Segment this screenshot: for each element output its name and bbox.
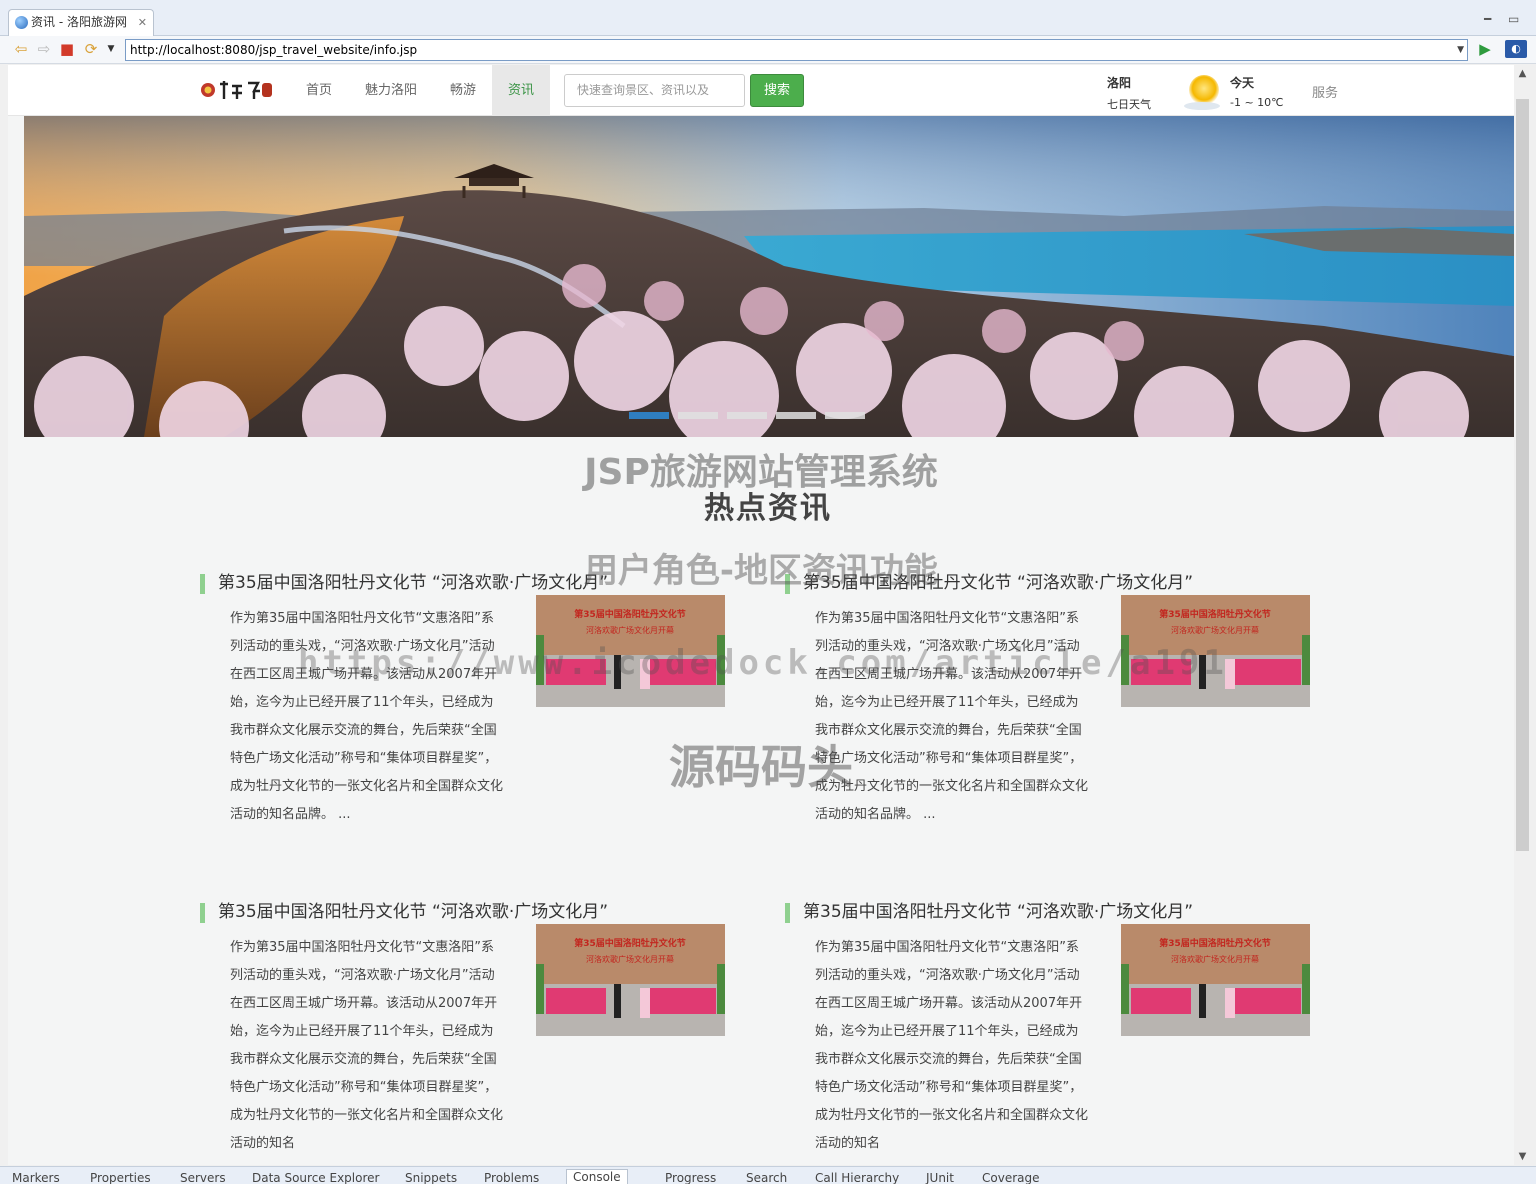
news-thumbnail[interactable]: 第35届中国洛阳牡丹文化节 河洛欢歌广场文化月开幕 [536,924,725,1036]
carousel-dot-1[interactable] [629,412,669,419]
editor-tab-bar: 资讯 - 洛阳旅游网 ✕ ━ ▭ [0,0,1536,36]
history-dropdown-icon[interactable]: ▼ [102,40,120,58]
view-tab-problems[interactable]: Problems [484,1171,539,1184]
carousel-dot-4[interactable] [776,412,816,419]
nav-home[interactable]: 首页 [292,65,346,116]
news-summary: 作为第35届中国洛阳牡丹文化节“文惠洛阳”系列活动的重头戏，“河洛欢歌·广场文化… [815,940,1089,1151]
scrollbar-thumb[interactable] [1516,99,1529,851]
nav-service[interactable]: 服务 [1312,82,1338,101]
section-title: 热点资讯 [704,491,832,526]
globe-icon [15,16,28,29]
browser-editor-tab[interactable]: 资讯 - 洛阳旅游网 ✕ [8,9,154,36]
nav-travel[interactable]: 畅游 [436,65,490,116]
news-item[interactable]: 第35届中国洛阳牡丹文化节 “河洛欢歌·广场文化月” 作为第35届中国洛阳牡丹文… [785,571,1325,861]
watermark-url: https://www.icodedock.com/article/a191 [298,643,1228,683]
banner-carousel[interactable] [24,116,1514,437]
maximize-icon[interactable]: ▭ [1508,12,1519,26]
view-tab-servers[interactable]: Servers [180,1171,226,1184]
stop-icon[interactable]: ■ [58,40,76,58]
search-input[interactable]: 快速查询景区、资讯以及 [564,74,745,107]
url-text: http://localhost:8080/jsp_travel_website… [130,43,418,57]
view-tab-properties[interactable]: Properties [90,1171,151,1184]
search-button[interactable]: 搜索 [750,74,804,107]
news-accent-bar [785,903,790,923]
svg-text:河洛欢歌广场文化月开幕: 河洛欢歌广场文化月开幕 [1171,625,1259,635]
close-icon[interactable]: ✕ [138,10,147,35]
web-page: 首页 魅力洛阳 畅游 资讯 快速查询景区、资讯以及 搜索 洛阳 七日天气 今天 … [8,65,1514,1165]
view-tab-search[interactable]: Search [746,1171,787,1184]
view-tab-console[interactable]: Console [566,1169,628,1184]
news-item[interactable]: 第35届中国洛阳牡丹文化节 “河洛欢歌·广场文化月” 作为第35届中国洛阳牡丹文… [785,900,1325,1165]
page-scrollbar[interactable]: ▲ ▼ [1514,65,1531,1165]
view-tab-progress[interactable]: Progress [665,1171,716,1184]
nav-charm-luoyang[interactable]: 魅力洛阳 [352,65,430,116]
carousel-dot-5[interactable] [825,412,865,419]
browser-tab-title: 资讯 - 洛阳旅游网 [31,15,127,29]
news-title[interactable]: 第35届中国洛阳牡丹文化节 “河洛欢歌·广场文化月” [803,900,1193,924]
svg-text:第35届中国洛阳牡丹文化节: 第35届中国洛阳牡丹文化节 [1159,937,1271,949]
browser-toolbar: ⇦ ⇨ ■ ⟳ ▼ http://localhost:8080/jsp_trav… [0,36,1536,64]
watermark-function-title: 用户角色-地区资讯功能 [583,551,939,591]
weather-city: 洛阳 [1107,76,1132,90]
weather-week-link[interactable]: 七日天气 [1107,96,1151,112]
sunny-weather-icon [1184,75,1220,110]
minimize-icon[interactable]: ━ [1484,12,1491,26]
view-tab-coverage[interactable]: Coverage [982,1171,1040,1184]
forward-icon[interactable]: ⇨ [35,40,53,58]
browser-menu-icon[interactable]: ◐ [1505,40,1527,58]
news-item[interactable]: 第35届中国洛阳牡丹文化节 “河洛欢歌·广场文化月” 作为第35届中国洛阳牡丹文… [200,900,740,1165]
back-icon[interactable]: ⇦ [12,40,30,58]
news-title[interactable]: 第35届中国洛阳牡丹文化节 “河洛欢歌·广场文化月” [218,900,608,924]
nav-news[interactable]: 资讯 [492,65,550,116]
news-item[interactable]: 第35届中国洛阳牡丹文化节 “河洛欢歌·广场文化月” 作为第35届中国洛阳牡丹文… [200,571,740,861]
weather-day: 今天 [1230,76,1255,90]
svg-text:第35届中国洛阳牡丹文化节: 第35届中国洛阳牡丹文化节 [574,937,686,949]
svg-text:河洛欢歌广场文化月开幕: 河洛欢歌广场文化月开幕 [586,954,674,964]
view-tab-markers[interactable]: Markers [12,1171,60,1184]
url-input[interactable]: http://localhost:8080/jsp_travel_website… [125,39,1468,61]
scroll-down-icon[interactable]: ▼ [1514,1148,1531,1165]
banner-image [24,116,1514,437]
news-thumbnail[interactable]: 第35届中国洛阳牡丹文化节 河洛欢歌广场文化月开幕 [1121,924,1310,1036]
site-header: 首页 魅力洛阳 畅游 资讯 快速查询景区、资讯以及 搜索 洛阳 七日天气 今天 … [8,65,1514,116]
carousel-dot-2[interactable] [678,412,718,419]
go-icon[interactable]: ▶ [1476,40,1494,58]
ide-views-bar: Markers Properties Servers Data Source E… [0,1166,1536,1184]
view-tab-call-hierarchy[interactable]: Call Hierarchy [815,1171,899,1184]
scroll-up-icon[interactable]: ▲ [1514,65,1531,82]
site-logo[interactable] [198,77,274,103]
view-tab-data-source-explorer[interactable]: Data Source Explorer [252,1171,379,1184]
svg-text:第35届中国洛阳牡丹文化节: 第35届中国洛阳牡丹文化节 [574,608,686,620]
watermark-brand: 源码码头 [669,740,853,794]
news-accent-bar [200,903,205,923]
svg-text:第35届中国洛阳牡丹文化节: 第35届中国洛阳牡丹文化节 [1159,608,1271,620]
carousel-dot-3[interactable] [727,412,767,419]
view-tab-junit[interactable]: JUnit [926,1171,954,1184]
svg-text:河洛欢歌广场文化月开幕: 河洛欢歌广场文化月开幕 [1171,954,1259,964]
refresh-icon[interactable]: ⟳ [82,40,100,58]
svg-text:河洛欢歌广场文化月开幕: 河洛欢歌广场文化月开幕 [586,625,674,635]
weather-temperature: -1 ~ 10℃ [1230,96,1284,109]
news-summary: 作为第35届中国洛阳牡丹文化节“文惠洛阳”系列活动的重头戏，“河洛欢歌·广场文化… [230,940,504,1151]
view-tab-snippets[interactable]: Snippets [405,1171,457,1184]
chevron-down-icon[interactable]: ▼ [1457,40,1464,60]
